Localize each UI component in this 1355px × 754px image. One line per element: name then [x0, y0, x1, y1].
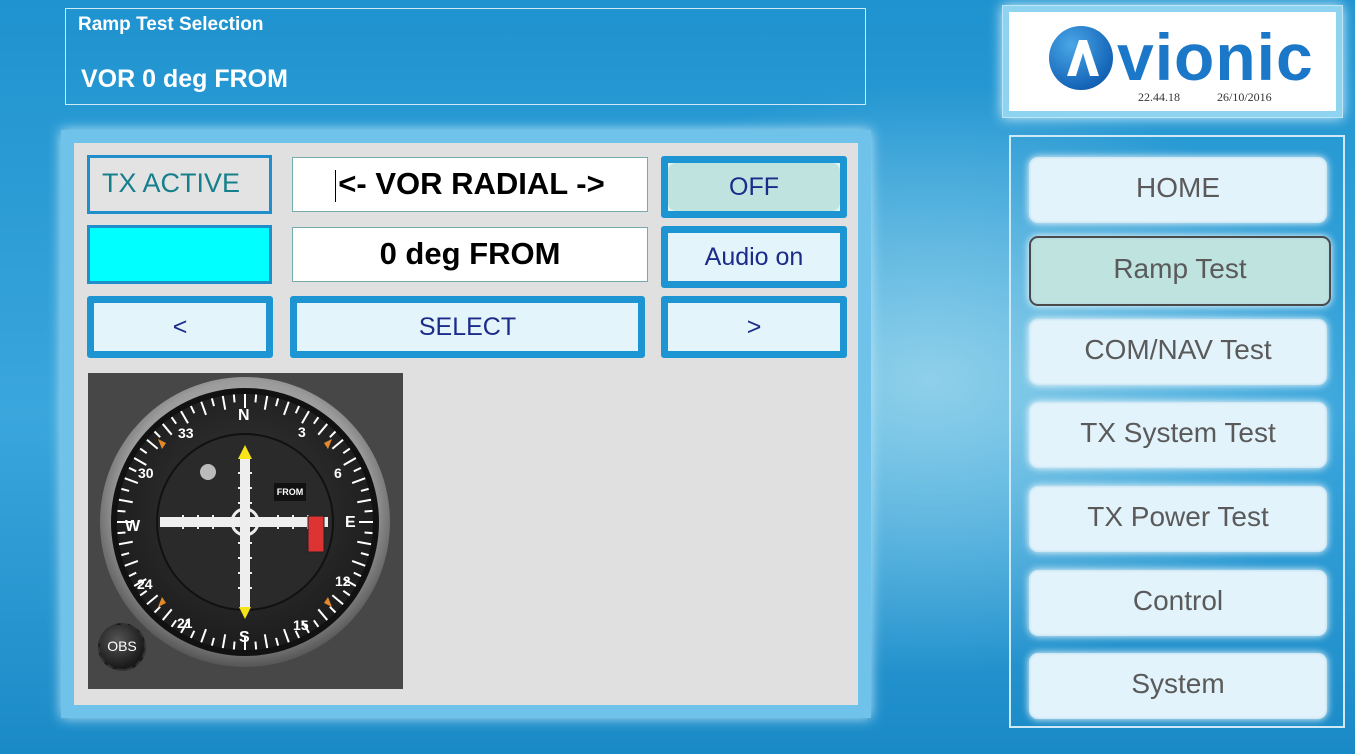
nav-system-button[interactable]: System [1029, 653, 1327, 719]
prev-button[interactable]: < [87, 296, 273, 358]
obs-knob-label: OBS [107, 638, 137, 654]
vor-indicator: FROM N E S W 3 6 12 15 21 24 30 33 OBS [88, 373, 403, 689]
dial-west: W [125, 518, 141, 535]
clock-time: 22.44.18 [1138, 90, 1180, 104]
audio-button-label: Audio on [704, 242, 804, 271]
nav-tx-power-test-button[interactable]: TX Power Test [1029, 486, 1327, 552]
dial-tick [364, 531, 373, 535]
mode-field-text: <- VOR RADIAL -> [338, 166, 605, 201]
next-button-label: > [746, 312, 762, 341]
tx-active-label: TX ACTIVE [87, 155, 272, 214]
avionic-logo: vionic 22.44.18 26/10/2016 [1002, 5, 1343, 118]
dial-number-12: 12 [335, 573, 351, 589]
dial-tick [232, 641, 236, 650]
nav-home-button[interactable]: HOME [1029, 157, 1327, 223]
dial-number-24: 24 [137, 576, 153, 592]
dial-tick [254, 394, 258, 403]
off-button[interactable]: OFF [661, 156, 847, 218]
header-title: Ramp Test Selection [78, 14, 264, 35]
selection-header: Ramp Test Selection VOR 0 deg FROM [65, 8, 866, 105]
radial-value-field[interactable]: 0 deg FROM [292, 227, 648, 282]
main-navigation: HOME Ramp Test COM/NAV Test TX System Te… [1009, 135, 1345, 728]
dial-east: E [345, 514, 356, 531]
tx-active-indicator [87, 225, 272, 284]
dial-number-33: 33 [178, 425, 194, 441]
mode-field[interactable]: <- VOR RADIAL -> [292, 157, 648, 212]
dial-tick [254, 641, 258, 650]
next-button[interactable]: > [661, 296, 847, 358]
dial-tick [232, 394, 236, 403]
dial-tick [364, 509, 373, 513]
dial-number-21: 21 [177, 615, 193, 631]
dial-number-15: 15 [293, 617, 309, 633]
logo-a-icon [1049, 26, 1113, 90]
nav-control-button[interactable]: Control [1029, 570, 1327, 636]
logo-wordmark: vionic [1117, 20, 1314, 94]
obs-knob[interactable]: OBS [98, 623, 146, 671]
dial-north: N [238, 407, 250, 424]
text-cursor [335, 169, 337, 202]
select-button[interactable]: SELECT [290, 296, 645, 358]
clock-date: 26/10/2016 [1217, 90, 1272, 104]
dial-south: S [239, 629, 250, 646]
from-flag: FROM [276, 487, 304, 497]
select-button-label: SELECT [418, 312, 517, 341]
prev-button-label: < [172, 312, 188, 341]
dial-number-6: 6 [334, 465, 342, 481]
off-button-label: OFF [668, 163, 840, 211]
dial-number-3: 3 [298, 424, 306, 440]
nav-com-nav-test-button[interactable]: COM/NAV Test [1029, 319, 1327, 385]
audio-button[interactable]: Audio on [661, 226, 847, 288]
current-selection: VOR 0 deg FROM [81, 65, 288, 93]
dial-number-30: 30 [138, 465, 154, 481]
dial-tick [117, 509, 126, 513]
nav-tx-system-test-button[interactable]: TX System Test [1029, 402, 1327, 468]
nav-ramp-test-button[interactable]: Ramp Test [1029, 236, 1331, 306]
